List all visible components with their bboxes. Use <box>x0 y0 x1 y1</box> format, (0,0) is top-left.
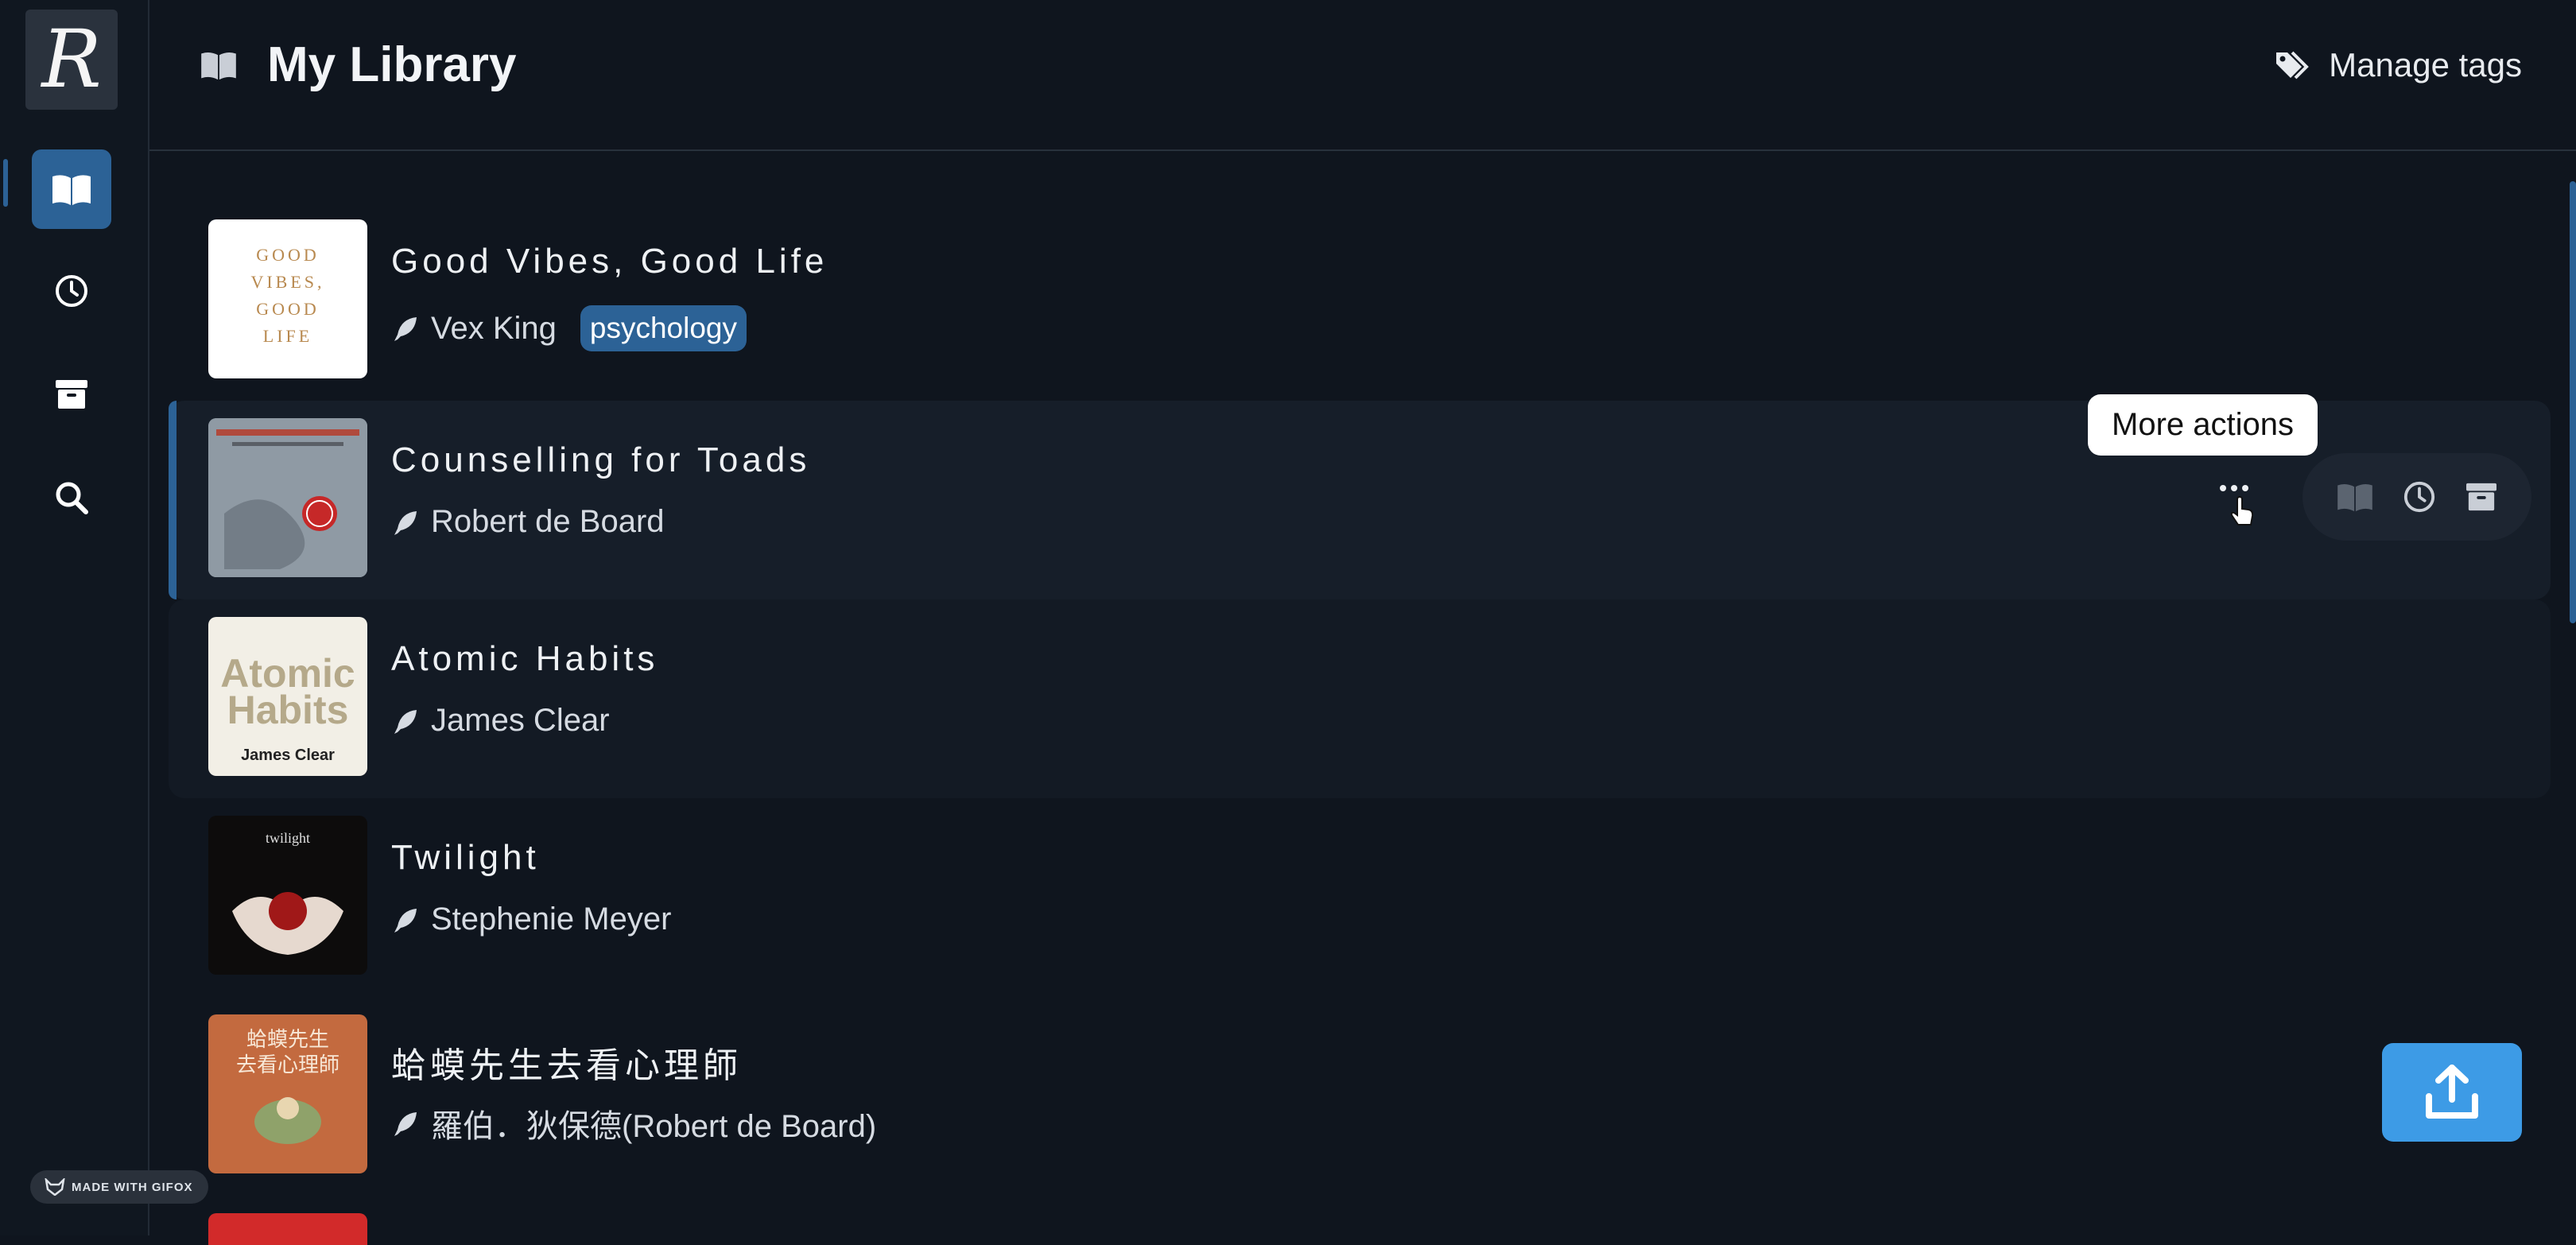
book-author: James Clear <box>431 703 610 738</box>
book-author: 羅伯．狄保德(Robert de Board) <box>431 1109 877 1144</box>
archive-box-icon[interactable] <box>2465 482 2498 512</box>
search-icon <box>56 482 88 514</box>
archive-box-icon <box>56 380 87 409</box>
fox-icon <box>45 1178 65 1196</box>
cover-text: twilight <box>266 830 310 846</box>
manage-tags-label: Manage tags <box>2329 46 2522 83</box>
book-title[interactable]: Counselling for Toads <box>391 440 810 480</box>
upload-icon <box>2426 1065 2478 1119</box>
book-open-icon <box>201 52 236 80</box>
book-meta: Stephenie Meyer <box>391 902 671 937</box>
feather-icon <box>394 317 417 341</box>
clock-icon <box>56 275 87 307</box>
page-title: My Library <box>267 37 517 92</box>
cover-text: 去看心理師 <box>236 1053 339 1077</box>
app-logo[interactable]: R <box>25 10 118 110</box>
book-author: Vex King <box>431 310 557 346</box>
book-title[interactable]: 蛤蟆先生去看心理師 <box>391 1037 742 1088</box>
dot-icon <box>2220 485 2226 491</box>
dot-icon <box>2231 485 2237 491</box>
cover-text: GOOD <box>256 299 320 319</box>
row-hover-accent <box>169 401 177 599</box>
tag-badge[interactable]: psychology <box>580 305 747 351</box>
book-open-icon <box>52 175 91 205</box>
more-actions-button[interactable] <box>2220 485 2248 491</box>
nav-archive[interactable] <box>32 355 111 434</box>
book-open-icon[interactable] <box>2336 481 2374 513</box>
scrollbar[interactable] <box>2570 181 2576 623</box>
book-cover[interactable] <box>208 418 367 577</box>
book-title[interactable]: Good Vibes, Good Life <box>391 242 828 281</box>
feather-icon <box>394 1112 417 1136</box>
cover-text: Habits <box>227 688 349 732</box>
more-actions-tooltip: More actions <box>2088 394 2318 456</box>
book-author: Robert de Board <box>431 504 665 539</box>
book-list: GOOD VIBES, GOOD LIFE Good Vibes, Good L… <box>169 202 2551 1196</box>
feather-icon <box>394 908 417 933</box>
book-row[interactable]: 蛤蟆先生 去看心理師 蛤蟆先生去看心理師 羅伯．狄保德(Robert de Bo… <box>169 997 2551 1196</box>
book-meta: 羅伯．狄保德(Robert de Board) <box>391 1100 876 1146</box>
sidebar: R MADE WITH GIFOX <box>0 0 208 1235</box>
book-meta: James Clear <box>391 703 610 739</box>
page-header: My Library Manage tags <box>149 0 2576 151</box>
book-row[interactable]: GOOD VIBES, GOOD LIFE Good Vibes, Good L… <box>169 202 2551 401</box>
book-cover-art <box>208 418 367 577</box>
nav-search[interactable] <box>32 458 111 537</box>
book-meta: Robert de Board <box>391 504 665 540</box>
book-cover-art: Atomic Habits James Clear <box>220 651 355 764</box>
book-cover-art: twilight <box>232 830 343 955</box>
upload-button[interactable] <box>2382 1043 2522 1142</box>
nav-history[interactable] <box>32 251 111 331</box>
book-row[interactable]: Atomic Habits James Clear Atomic Habits … <box>169 599 2551 798</box>
book-cover[interactable]: Atomic Habits James Clear <box>208 617 367 776</box>
cover-text: GOOD <box>256 245 320 265</box>
manage-tags-button[interactable]: Manage tags <box>2275 46 2522 84</box>
book-title[interactable]: Twilight <box>391 838 540 878</box>
feather-icon <box>394 510 417 535</box>
book-cover[interactable]: 蛤蟆先生 去看心理師 <box>208 1014 367 1173</box>
clock-icon[interactable] <box>2403 480 2436 514</box>
nav-active-indicator <box>3 159 8 207</box>
cover-text: LIFE <box>263 326 312 346</box>
cover-text: 蛤蟆先生 <box>246 1028 329 1052</box>
feather-icon <box>394 709 417 734</box>
dot-icon <box>2242 485 2248 491</box>
header-title-group: My Library <box>199 37 517 93</box>
book-title[interactable]: Atomic Habits <box>391 639 658 679</box>
hand-pointer-cursor-icon <box>2230 496 2254 526</box>
book-cover[interactable] <box>208 1213 367 1245</box>
book-row[interactable]: twilight Twilight Stephenie Meyer <box>169 798 2551 997</box>
row-actions <box>2302 453 2531 541</box>
book-author: Stephenie Meyer <box>431 902 672 937</box>
cover-text: VIBES, <box>250 272 324 292</box>
book-cover-art: 蛤蟆先生 去看心理師 <box>236 1028 339 1144</box>
book-cover-art: GOOD VIBES, GOOD LIFE <box>250 245 324 346</box>
book-meta: Vex King psychology <box>391 305 747 351</box>
cover-text: James Clear <box>241 747 335 764</box>
logo-letter: R <box>41 13 102 106</box>
nav-library[interactable] <box>32 149 111 229</box>
book-cover[interactable]: GOOD VIBES, GOOD LIFE <box>208 219 367 378</box>
book-cover[interactable]: twilight <box>208 816 367 975</box>
tags-icon <box>2276 51 2309 80</box>
